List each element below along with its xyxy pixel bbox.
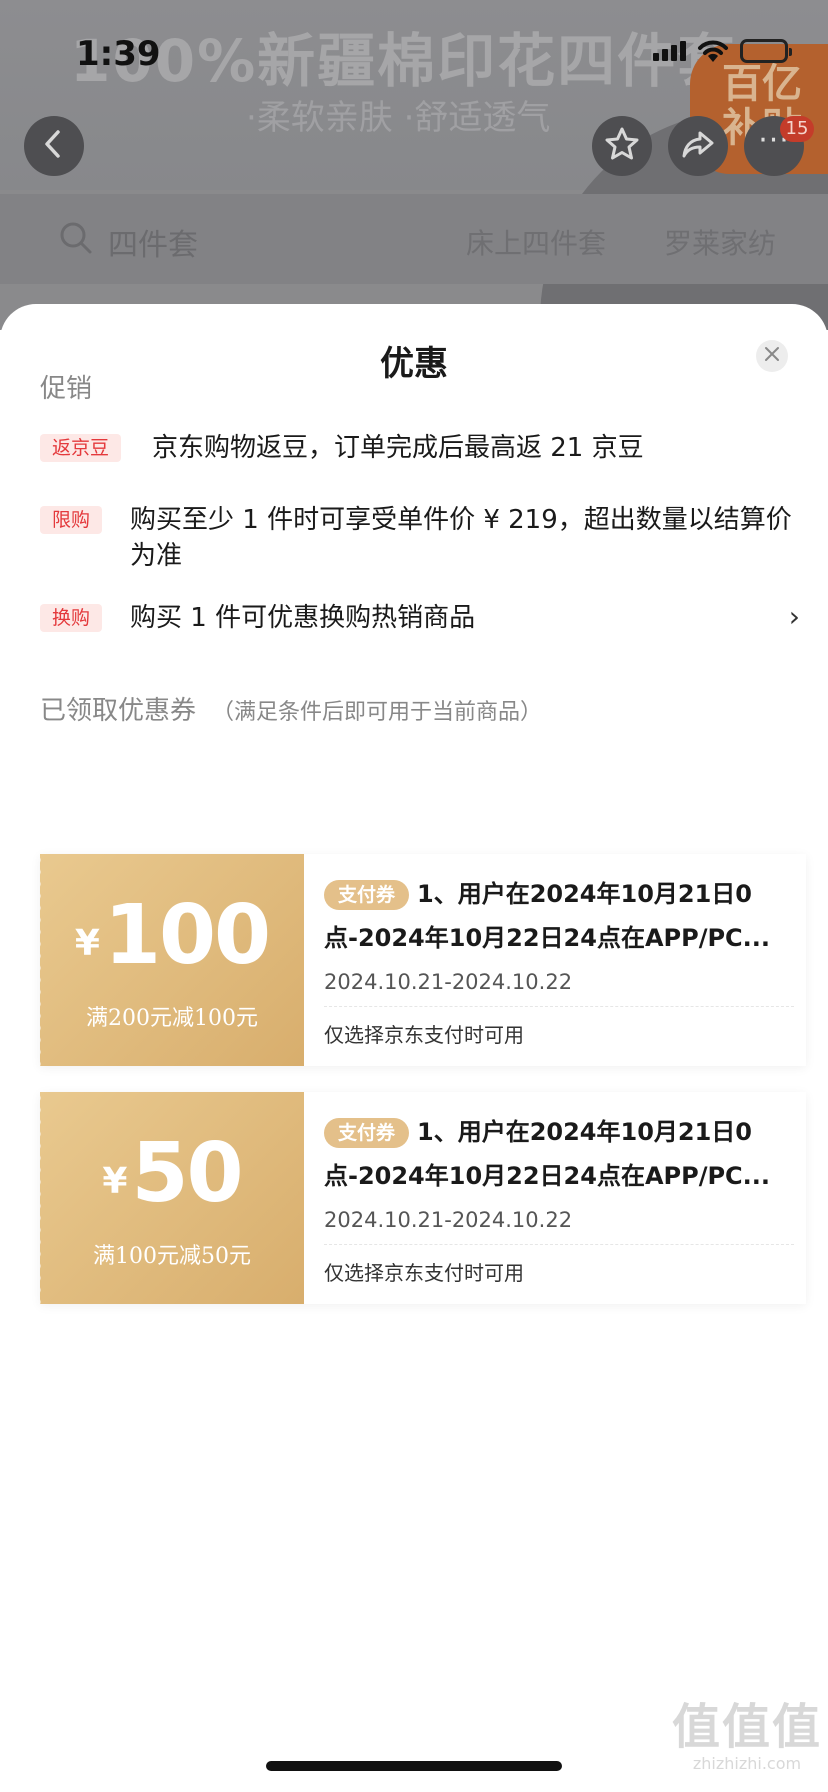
coupon-type-badge: 支付券	[324, 1118, 410, 1148]
promo-tag: 返京豆	[40, 434, 122, 462]
wifi-icon	[696, 38, 730, 64]
promo-text: 京东购物返豆，订单完成后最高返 21 京豆	[152, 433, 644, 463]
coupon-amount-value: 100	[103, 888, 271, 983]
currency-symbol: ¥	[74, 923, 100, 964]
coupon-condition: 满100元减50元	[93, 1244, 251, 1269]
coupons-label: 已领取优惠券	[40, 696, 197, 726]
cart-count-badge: 15	[780, 116, 814, 142]
currency-symbol: ¥	[102, 1161, 128, 1202]
coupon-desc-line: 点-2024年10月22日24点在APP/PC...	[324, 1162, 771, 1190]
watermark-logo: 值值值	[672, 1699, 823, 1755]
search-input[interactable]: 四件套	[108, 220, 198, 264]
coupon-amount: ¥100	[40, 888, 304, 983]
promotions-label: 促销	[40, 374, 93, 404]
status-time: 1:39	[76, 34, 161, 74]
coupons-section-label: 已领取优惠券 （满足条件后即可用于当前商品）	[40, 690, 542, 727]
share-button[interactable]	[668, 116, 728, 176]
share-icon	[680, 126, 716, 166]
battery-icon	[740, 39, 792, 63]
chevron-left-icon	[41, 129, 67, 163]
search-hint[interactable]: 罗莱家纺	[664, 222, 776, 262]
coupon-scope: 仅选择京东支付时可用	[324, 1023, 524, 1047]
coupon-date-range: 2024.10.21-2024.10.22	[324, 1208, 794, 1245]
search-icon	[58, 220, 94, 260]
coupon-description: 支付券 1、用户在2024年10月21日0 点-2024年10月22日24点在AP…	[324, 1110, 774, 1198]
coupon-description: 支付券 1、用户在2024年10月21日0 点-2024年10月22日24点在AP…	[324, 872, 774, 960]
banner-subline: ·柔软亲肤 ·舒适透气	[246, 98, 551, 138]
coupon-desc-line: 点-2024年10月22日24点在APP/PC...	[324, 924, 771, 952]
exchange-promo-row[interactable]: 换购 购买 1 件可优惠换购热销商品 ›	[40, 600, 800, 640]
coupon-value-panel: ¥100 满200元减100元	[40, 854, 304, 1066]
coupon-type-badge: 支付券	[324, 880, 410, 910]
coupon-date-range: 2024.10.21-2024.10.22	[324, 970, 794, 1007]
coupon-card[interactable]: ¥100 满200元减100元 支付券 1、用户在2024年10月21日0 点-2…	[40, 854, 806, 1066]
star-icon	[604, 126, 640, 166]
promo-row: 返京豆 京东购物返豆，订单完成后最高返 21 京豆	[40, 430, 800, 470]
promo-tag: 限购	[40, 506, 103, 534]
coupon-details: 支付券 1、用户在2024年10月21日0 点-2024年10月22日24点在AP…	[324, 1110, 794, 1286]
coupon-card[interactable]: ¥50 满100元减50元 支付券 1、用户在2024年10月21日0 点-202…	[40, 1092, 806, 1304]
coupon-value-panel: ¥50 满100元减50元	[40, 1092, 304, 1304]
coupon-amount: ¥50	[40, 1126, 304, 1221]
coupons-note: （满足条件后即可用于当前商品）	[212, 700, 543, 725]
site-watermark: 值值值 zhizhizhi.com	[672, 1700, 822, 1774]
watermark-url: zhizhizhi.com	[692, 1754, 802, 1773]
sheet-title: 优惠	[380, 344, 448, 384]
promo-tag: 换购	[40, 604, 103, 632]
home-indicator[interactable]	[266, 1761, 562, 1771]
coupon-desc-line: 1、用户在2024年10月21日0	[417, 880, 753, 908]
signal-icon	[653, 41, 686, 61]
favorite-button[interactable]	[592, 116, 652, 176]
chevron-right-icon: ›	[788, 600, 800, 633]
promo-text: 购买至少 1 件时可享受单件价 ¥ 219，超出数量以结算价为准	[130, 505, 792, 571]
back-button[interactable]	[24, 116, 84, 176]
promo-row: 限购 购买至少 1 件时可享受单件价 ¥ 219，超出数量以结算价为准	[40, 502, 800, 578]
search-hint[interactable]: 床上四件套	[466, 222, 606, 262]
status-icons	[653, 38, 792, 64]
coupon-desc-line: 1、用户在2024年10月21日0	[417, 1118, 753, 1146]
promo-text: 购买 1 件可优惠换购热销商品	[130, 603, 476, 633]
coupon-amount-value: 50	[131, 1126, 243, 1221]
coupon-condition: 满200元减100元	[86, 1006, 258, 1031]
coupon-details: 支付券 1、用户在2024年10月21日0 点-2024年10月22日24点在AP…	[324, 872, 794, 1048]
coupon-scope: 仅选择京东支付时可用	[324, 1261, 524, 1285]
close-button[interactable]	[756, 340, 788, 372]
close-icon	[764, 346, 780, 366]
offers-sheet: 优惠 促销 返京豆 京东购物返豆，订单完成后最高返 21 京豆 限购 购买至少 …	[0, 304, 828, 1792]
